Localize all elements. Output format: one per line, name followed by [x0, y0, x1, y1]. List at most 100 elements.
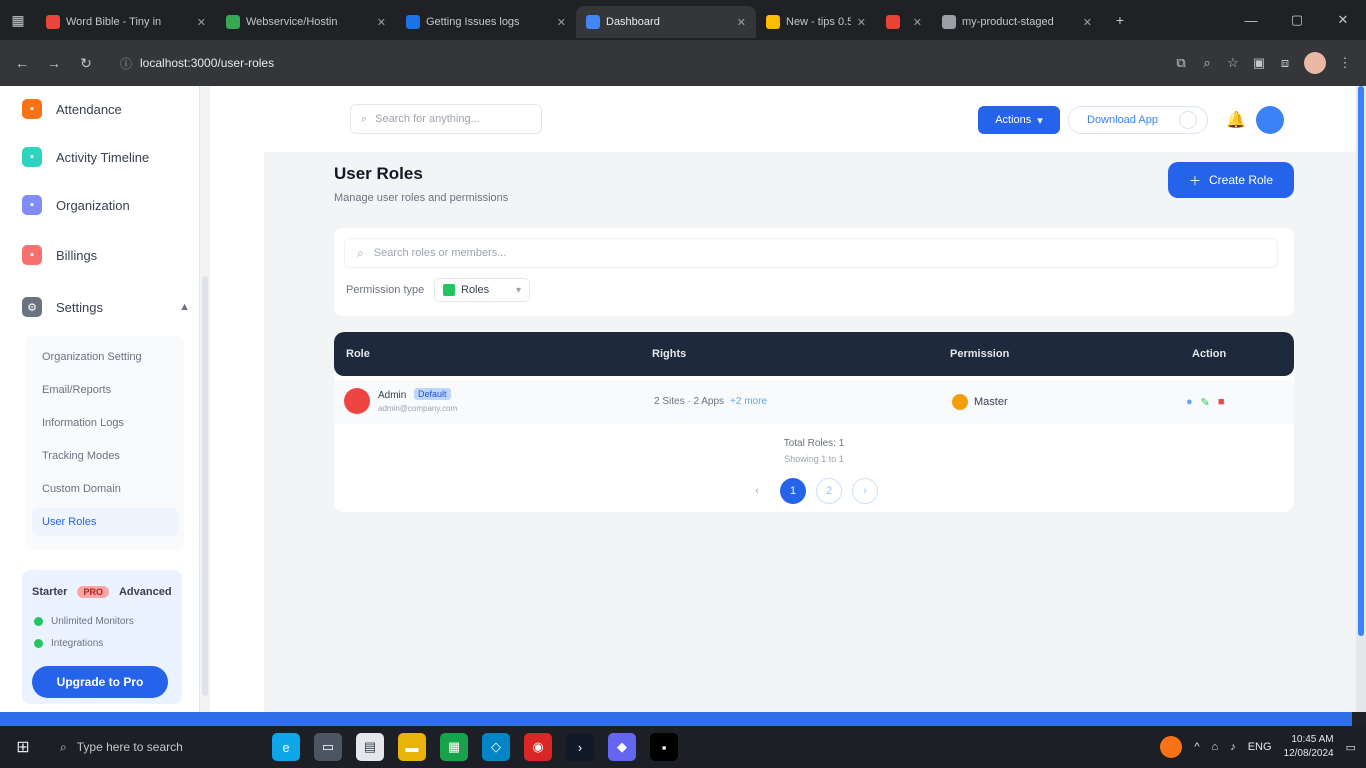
task-view-icon[interactable]: ▭	[314, 733, 342, 761]
close-tab-icon[interactable]: ✕	[377, 16, 386, 29]
spreadsheet-icon[interactable]: ▦	[440, 733, 468, 761]
submenu-item-tracking-modes[interactable]: Tracking Modes	[42, 445, 120, 467]
tab-search-icon[interactable]: ▦	[0, 0, 36, 40]
scrollbar-thumb[interactable]	[1358, 86, 1364, 636]
browser-tab[interactable]: New - tips 0.5 ✕	[756, 6, 876, 38]
browser-tab[interactable]: Webservice/Hostin ✕	[216, 6, 396, 38]
back-icon[interactable]: ←	[8, 49, 36, 77]
folder-icon[interactable]: ▬	[398, 733, 426, 761]
address-toolbar: ← → ↻ ⓘ localhost:3000/user-roles ⧉ ⌕ ☆ …	[0, 40, 1366, 86]
volume-icon[interactable]: ♪	[1230, 741, 1236, 753]
notification-center-icon[interactable]: ▭	[1346, 741, 1356, 754]
taskbar-clock[interactable]: 10:45 AM 12/08/2024	[1284, 733, 1334, 761]
next-page-button[interactable]: ›	[852, 478, 878, 504]
url-bar[interactable]: ⓘ localhost:3000/user-roles	[110, 48, 1050, 78]
sidebar-scrollbar[interactable]	[200, 86, 210, 712]
browser-tab[interactable]: my-product-staged ✕	[932, 6, 1102, 38]
app-icon[interactable]: ▪	[650, 733, 678, 761]
roles-search-input[interactable]: ⌕ Search roles or members...	[344, 238, 1278, 268]
vscode-icon[interactable]: ◇	[482, 733, 510, 761]
permission-type-select[interactable]: Roles ▾	[434, 278, 530, 302]
weather-icon[interactable]	[1160, 736, 1183, 758]
cast-icon[interactable]: ⧉	[1168, 50, 1194, 76]
prev-page-button[interactable]: ‹	[744, 478, 770, 504]
file-explorer-icon[interactable]: ▤	[356, 733, 384, 761]
language-indicator[interactable]: ENG	[1248, 741, 1272, 753]
edit-icon[interactable]: ✎	[1201, 396, 1210, 409]
promo-feature: Integrations	[34, 638, 103, 649]
chevron-up-icon[interactable]: ^	[1194, 741, 1199, 753]
browser-tab[interactable]: Word Bible - Tiny in ✕	[36, 6, 216, 38]
site-info-icon[interactable]: ⓘ	[120, 55, 132, 72]
download-app-button[interactable]: Download App	[1068, 106, 1208, 134]
column-header-rights[interactable]: Rights	[652, 348, 686, 360]
maximize-icon[interactable]: ▢	[1274, 0, 1320, 40]
submenu-item-organization-setting[interactable]: Organization Setting	[42, 346, 142, 368]
page-button-1[interactable]: 1	[780, 478, 806, 504]
create-role-button[interactable]: ＋ Create Role	[1168, 162, 1294, 198]
browser-menu-icon[interactable]: ⋮	[1332, 50, 1358, 76]
submenu-item-custom-domain[interactable]: Custom Domain	[42, 478, 121, 500]
default-badge: Default	[414, 388, 451, 400]
actions-button[interactable]: Actions ▾	[978, 106, 1060, 134]
browser-tab[interactable]: ✕	[876, 6, 932, 38]
chrome-icon[interactable]: ◉	[524, 733, 552, 761]
close-tab-icon[interactable]: ✕	[1083, 16, 1092, 29]
sidebar-item-attendance[interactable]: ▪ Attendance	[22, 96, 190, 122]
new-tab-icon[interactable]: +	[1102, 0, 1138, 40]
column-header-role[interactable]: Role	[346, 348, 370, 360]
table-row[interactable]: Admin Default admin@company.com 2 Sites …	[334, 380, 1294, 424]
close-tab-icon[interactable]: ✕	[737, 16, 746, 29]
pagination-info: Total Roles: 1	[783, 438, 845, 449]
edge-icon[interactable]: e	[272, 733, 300, 761]
extensions-puzzle-icon[interactable]: ⧈	[1272, 50, 1298, 76]
zoom-icon[interactable]: ⌕	[1194, 50, 1220, 76]
close-tab-icon[interactable]: ✕	[857, 16, 866, 29]
sidebar-item-organization[interactable]: ▪ Organization	[22, 192, 190, 218]
extension-icon[interactable]: ▣	[1246, 50, 1272, 76]
page-button-2[interactable]: 2	[816, 478, 842, 504]
filter-card: ⌕ Search roles or members... Permission …	[334, 228, 1294, 316]
loading-progress-bar	[0, 712, 1352, 726]
app-icon[interactable]: ◆	[608, 733, 636, 761]
gear-icon: ⚙	[22, 297, 42, 317]
view-icon[interactable]: ●	[1186, 396, 1193, 409]
taskbar-search[interactable]: ⌕ Type here to search	[46, 726, 266, 768]
submenu-item-email-reports[interactable]: Email/Reports	[42, 379, 111, 401]
profile-avatar[interactable]	[1304, 52, 1326, 74]
close-tab-icon[interactable]: ✕	[557, 16, 566, 29]
submenu-item-user-roles[interactable]: User Roles	[32, 508, 178, 536]
user-avatar[interactable]	[1256, 106, 1284, 134]
reload-icon[interactable]: ↻	[72, 49, 100, 77]
role-name: Admin	[378, 390, 407, 401]
windows-start-icon[interactable]: ⊞	[0, 726, 46, 768]
upgrade-button[interactable]: Upgrade to Pro	[32, 666, 168, 698]
page-scrollbar[interactable]	[1356, 86, 1366, 712]
forward-icon[interactable]: →	[40, 49, 68, 77]
more-rights-link[interactable]: +2 more	[730, 396, 767, 407]
network-icon[interactable]: ⌂	[1212, 741, 1219, 753]
role-avatar	[344, 388, 370, 414]
browser-tab-active[interactable]: Dashboard ✕	[576, 6, 756, 38]
sidebar-item-settings[interactable]: ⚙ Settings ▲	[22, 294, 190, 320]
bookmark-star-icon[interactable]: ☆	[1220, 50, 1246, 76]
pagination: ‹ 1 2 ›	[744, 478, 878, 504]
delete-icon[interactable]: ■	[1218, 396, 1225, 409]
minimize-icon[interactable]: —	[1228, 0, 1274, 40]
close-window-icon[interactable]: ✕	[1320, 0, 1366, 40]
column-header-permission[interactable]: Permission	[950, 348, 1009, 360]
submenu-item-information-logs[interactable]: Information Logs	[42, 412, 124, 434]
sidebar-item-activity-timeline[interactable]: ▪ Activity Timeline	[22, 144, 190, 170]
browser-tab[interactable]: Getting Issues logs ✕	[396, 6, 576, 38]
notification-bell-icon[interactable]: 🔔	[1226, 110, 1246, 130]
global-search-input[interactable]: ⌕ Search for anything...	[350, 104, 542, 134]
terminal-icon[interactable]: ›	[566, 733, 594, 761]
page-subtitle: Manage user roles and permissions	[334, 192, 509, 204]
upgrade-promo-card: Starter PRO Advanced Unlimited Monitors …	[22, 570, 182, 704]
scrollbar-thumb[interactable]	[202, 276, 208, 696]
close-tab-icon[interactable]: ✕	[197, 16, 206, 29]
favicon-icon	[942, 15, 956, 29]
close-tab-icon[interactable]: ✕	[913, 16, 922, 29]
sidebar-item-billings[interactable]: ▪ Billings	[22, 242, 190, 268]
promo-next-plan: Advanced	[118, 586, 172, 598]
